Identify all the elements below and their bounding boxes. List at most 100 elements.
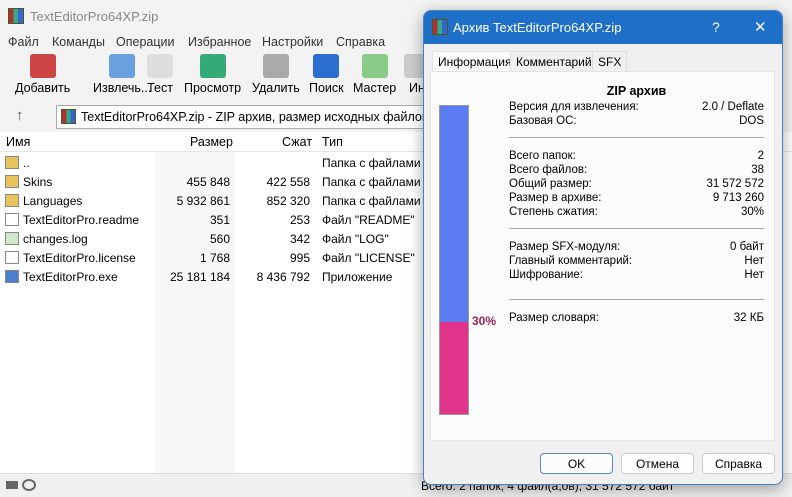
extract-icon [109, 54, 136, 78]
separator [509, 299, 764, 300]
find-icon [313, 54, 340, 78]
info-value: 2.0 / Deflate [701, 101, 764, 113]
info-label: Шифрование: [509, 269, 583, 281]
file-type: Папка с файлами [322, 175, 421, 189]
toolbar-button-label: Мастер [353, 81, 397, 95]
folder-icon [5, 175, 19, 188]
close-icon[interactable]: ✕ [754, 18, 767, 36]
table-row[interactable]: TextEditorPro.license 1 768 995 Файл "LICEN… [0, 248, 420, 267]
info-label: Степень сжатия: [509, 206, 598, 218]
wizard-icon [361, 54, 388, 78]
file-size: 1 768 [199, 251, 230, 265]
compression-bar-fill [440, 321, 468, 414]
file-packed: 995 [289, 251, 310, 265]
menu-item[interactable]: Файл [8, 35, 39, 49]
info-label: Главный комментарий: [509, 255, 633, 267]
menu-item[interactable]: Настройки [262, 35, 323, 49]
file-type: Файл "README" [322, 213, 415, 227]
add-icon [29, 54, 56, 78]
file-type: Папка с файлами [322, 156, 421, 170]
toolbar-button[interactable]: Добавить [15, 54, 70, 95]
info-value: 30% [740, 206, 764, 218]
info-label: Всего файлов: [509, 164, 588, 176]
info-value: 32 КБ [733, 312, 764, 324]
help-button[interactable]: Справка [702, 453, 775, 474]
toolbar-button-label: Добавить [15, 81, 71, 95]
tab-comment[interactable]: Комментарий [510, 51, 598, 72]
file-packed: 852 320 [266, 194, 310, 208]
info-row: Всего папок: 2 [509, 150, 764, 162]
toolbar-button-label: Поиск [309, 81, 344, 95]
toolbar-button-label: Удалить [252, 81, 300, 95]
exe-icon [5, 270, 19, 283]
archive-icon [61, 109, 76, 124]
info-value: 2 [757, 150, 764, 162]
tab-sfx[interactable]: SFX [592, 51, 628, 72]
info-value: 31 572 572 [706, 178, 764, 190]
file-name: TextEditorPro.readme [23, 213, 140, 227]
info-row: Общий размер: 31 572 572 [509, 178, 764, 190]
compression-bar [439, 105, 469, 415]
help-icon[interactable]: ? [712, 19, 720, 35]
toolbar-button[interactable]: Просмотр [184, 54, 241, 95]
table-row[interactable]: TextEditorPro.readme 351 253 Файл "README" [0, 210, 420, 229]
column-type[interactable]: Тип [322, 135, 343, 149]
info-value: 0 байт [729, 241, 764, 253]
toolbar-button[interactable]: Тест [147, 54, 173, 95]
tab-info[interactable]: Информация [432, 51, 518, 72]
toolbar-button[interactable]: Удалить [252, 54, 300, 95]
menu-item[interactable]: Справка [336, 35, 385, 49]
file-size: 560 [209, 232, 230, 246]
info-row: Шифрование: Нет [509, 269, 764, 281]
file-packed: 422 558 [266, 175, 310, 189]
archive-info-dialog: Архив TextEditorPro64XP.zip ? ✕ Информац… [423, 10, 783, 485]
column-size[interactable]: Размер [190, 135, 233, 149]
file-name: changes.log [23, 232, 88, 246]
table-row[interactable]: TextEditorPro.exe 25 181 184 8 436 792 Прил… [0, 267, 420, 286]
dialog-title: Архив TextEditorPro64XP.zip [453, 20, 622, 35]
table-row[interactable]: .. Папка с файлами [0, 153, 421, 172]
info-value: Нет [744, 269, 764, 281]
info-label: Размер словаря: [509, 312, 599, 324]
info-row: Всего файлов: 38 [509, 164, 764, 176]
menu-item[interactable]: Команды [52, 35, 105, 49]
ok-button[interactable]: OK [540, 453, 613, 474]
dialog-titlebar: Архив TextEditorPro64XP.zip ? ✕ [424, 11, 782, 44]
compression-ratio-label: 30% [472, 314, 497, 328]
table-row[interactable]: changes.log 560 342 Файл "LOG" [0, 229, 420, 248]
file-icon [5, 251, 19, 264]
toolbar-button[interactable]: Мастер [353, 54, 396, 95]
column-name[interactable]: Имя [6, 135, 30, 149]
address-field[interactable]: TextEditorPro64XP.zip - ZIP архив, разме… [56, 105, 436, 129]
info-value: DOS [739, 115, 764, 127]
info-label: Версия для извлечения: [509, 101, 639, 113]
toolbar-button[interactable]: Поиск [309, 54, 344, 95]
folder-icon [5, 194, 19, 207]
view-icon [199, 54, 226, 78]
key-icon [22, 479, 36, 491]
up-arrow-icon[interactable]: ↑ [16, 107, 24, 124]
toolbar-button[interactable]: Извлечь... [93, 54, 151, 95]
info-row: Размер SFX-модуля: 0 байт [509, 241, 764, 253]
cancel-button[interactable]: Отмена [621, 453, 694, 474]
table-row[interactable]: Languages 5 932 861 852 320 Папка с файлами [0, 191, 421, 210]
info-value: 9 713 260 [712, 192, 764, 204]
info-label: Размер в архиве: [509, 192, 602, 204]
file-type: Папка с файлами [322, 194, 421, 208]
file-packed: 253 [289, 213, 310, 227]
log-icon [5, 232, 19, 245]
info-label: Общий размер: [509, 178, 592, 190]
file-type: Файл "LICENSE" [322, 251, 415, 265]
info-label: Всего папок: [509, 150, 576, 162]
menu-item[interactable]: Операции [116, 35, 174, 49]
column-packed[interactable]: Сжат [282, 135, 312, 149]
file-type: Файл "LOG" [322, 232, 389, 246]
table-row[interactable]: Skins 455 848 422 558 Папка с файлами [0, 172, 421, 191]
window-title: TextEditorPro64XP.zip [30, 9, 159, 24]
menu-item[interactable]: Избранное [188, 35, 251, 49]
info-label: Размер SFX-модуля: [509, 241, 621, 253]
separator [509, 228, 764, 229]
info-row: Базовая ОС: DOS [509, 115, 764, 127]
info-row: Главный комментарий: Нет [509, 255, 764, 267]
separator [509, 137, 764, 138]
